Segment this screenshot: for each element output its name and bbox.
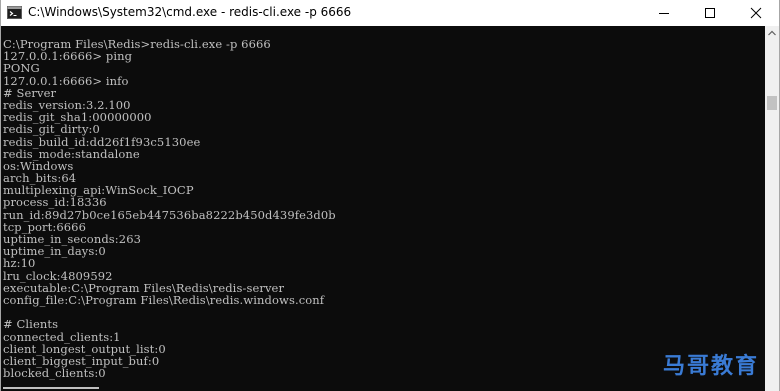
console-lines: C:\Program Files\Redis>redis-cli.exe -p … xyxy=(3,38,336,379)
vertical-scrollbar[interactable] xyxy=(765,26,779,391)
scroll-thumb[interactable] xyxy=(767,96,777,110)
console-line: connected_clients:1 xyxy=(3,329,121,344)
console-line: PONG xyxy=(3,61,40,76)
console-line: 127.0.0.1:6666> info xyxy=(3,73,129,88)
console-line: # Clients xyxy=(3,317,59,332)
console-line: 127.0.0.1:6666> ping xyxy=(3,49,133,64)
close-button[interactable] xyxy=(733,0,779,26)
console-line: uptime_in_days:0 xyxy=(3,244,106,259)
minimize-icon xyxy=(659,13,669,14)
cmd-window: C:\Windows\System32\cmd.exe - redis-cli.… xyxy=(0,0,780,391)
scroll-up-button[interactable] xyxy=(765,26,779,40)
console-line: process_id:18336 xyxy=(3,195,107,210)
console-line: run_id:89d27b0ce165eb447536ba8222b450d43… xyxy=(3,207,336,222)
window-title: C:\Windows\System32\cmd.exe - redis-cli.… xyxy=(28,5,352,19)
title-bar[interactable]: C:\Windows\System32\cmd.exe - redis-cli.… xyxy=(1,0,779,26)
maximize-icon xyxy=(705,8,715,18)
console-line: config_file:C:\Program Files\Redis\redis… xyxy=(3,292,325,307)
console-line: hz:10 xyxy=(3,256,36,271)
minimize-button[interactable] xyxy=(641,0,687,26)
maximize-button[interactable] xyxy=(687,0,733,26)
console-line: lru_clock:4809592 xyxy=(3,268,113,283)
console-output[interactable]: C:\Program Files\Redis>redis-cli.exe -p … xyxy=(1,26,765,391)
console-line: blocked_clients:0 xyxy=(3,366,106,381)
console-line: redis_git_dirty:0 xyxy=(3,122,100,137)
cmd-prompt-icon xyxy=(7,6,22,19)
watermark: 马哥教育 xyxy=(663,354,760,379)
chevron-up-icon xyxy=(768,30,776,36)
close-icon xyxy=(750,7,762,19)
text-cursor xyxy=(3,387,99,389)
console-line: redis_build_id:dd26f1f93c5130ee xyxy=(3,134,201,149)
